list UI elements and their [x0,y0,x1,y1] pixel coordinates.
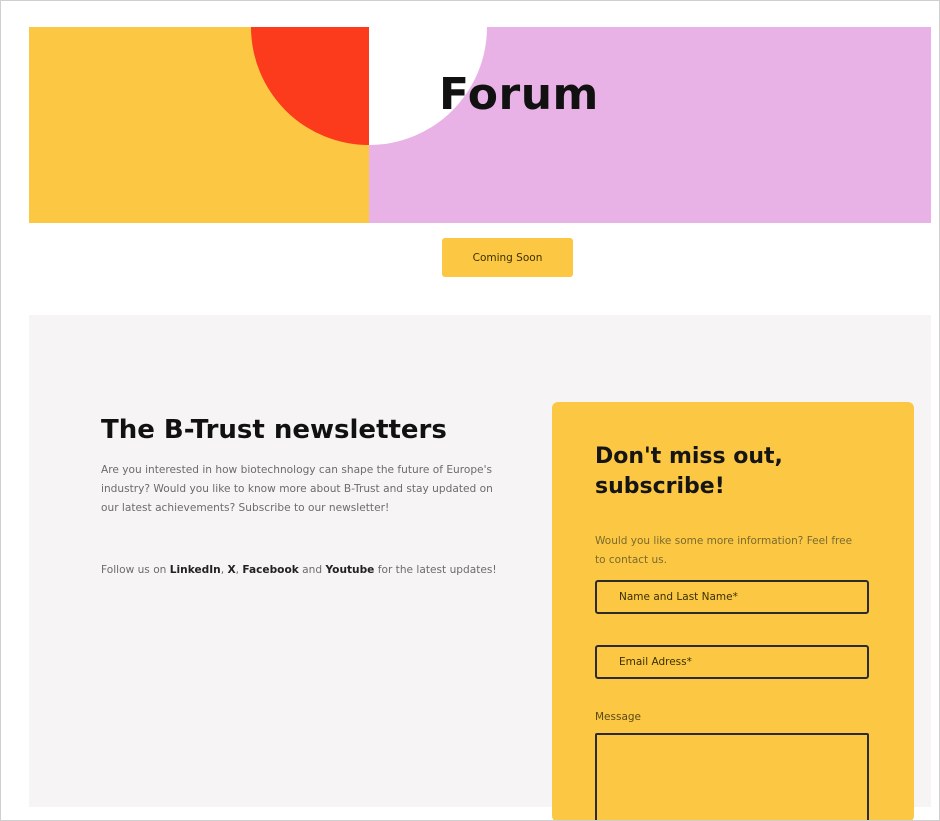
subscribe-title: Don't miss out, subscribe! [595,444,783,499]
email-field[interactable] [595,645,869,679]
subscribe-info: Would you like some more information? Fe… [595,535,853,566]
page-frame: Forum Coming Soon The B-Trust newsletter… [0,0,940,821]
facebook-link[interactable]: Facebook [242,564,298,576]
newsletter-section: The B-Trust newsletters Are you interest… [29,315,931,820]
page-title: Forum [439,69,599,120]
youtube-link[interactable]: Youtube [325,564,374,576]
newsletter-description: Are you interested in how biotechnology … [101,464,493,514]
linkedin-link[interactable]: LinkedIn [170,564,221,576]
hero-pink-panel [369,27,931,223]
name-field[interactable] [595,580,869,614]
follow-us-text: Follow us on LinkedIn, X, Facebook and Y… [101,561,501,580]
message-field[interactable] [595,733,869,820]
newsletter-title: The B-Trust newsletters [101,415,447,445]
x-link[interactable]: X [227,564,235,576]
coming-soon-button[interactable]: Coming Soon [442,238,573,277]
subscribe-card: Don't miss out, subscribe! Would you lik… [552,402,914,820]
separator-and: and [298,564,326,576]
message-label: Message [595,711,642,723]
hero-banner: Forum [29,27,931,223]
follow-suffix: for the latest updates! [374,564,497,576]
follow-prefix: Follow us on [101,564,170,576]
red-quarter-circle [251,27,369,145]
hero-yellow-panel [29,27,369,223]
